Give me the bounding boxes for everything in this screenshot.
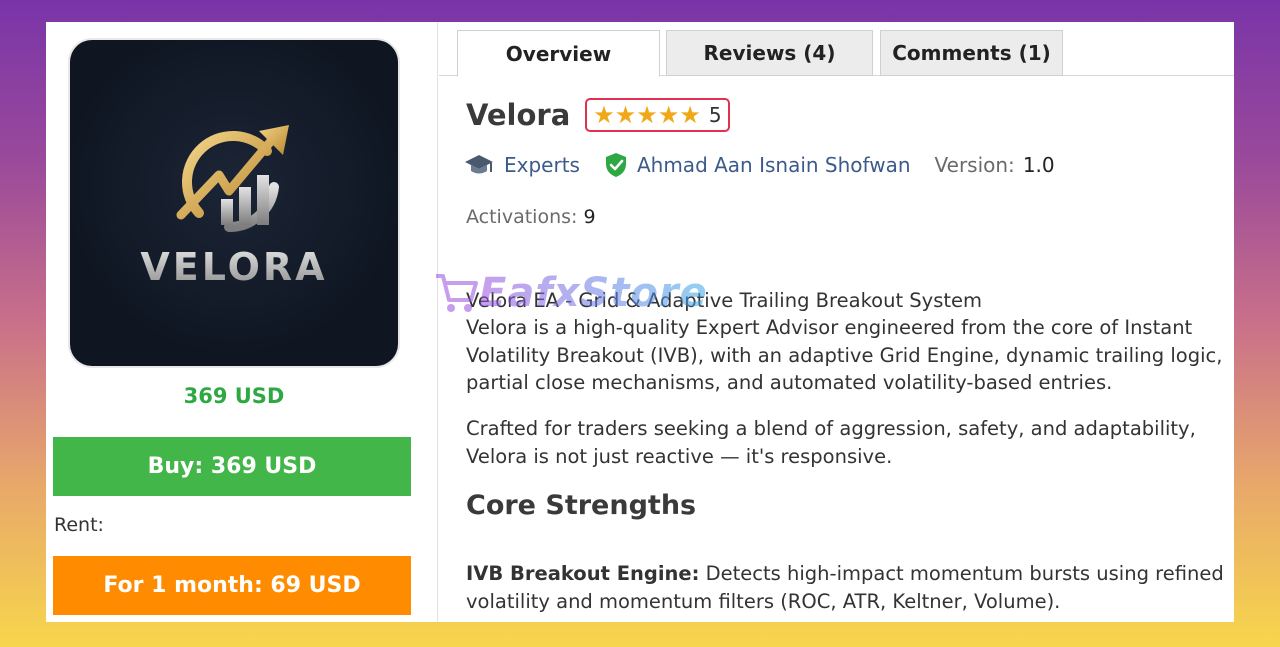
description-paragraph-2: Crafted for traders seeking a blend of a… bbox=[466, 417, 1196, 468]
star-rating-icon: ★★★★★ bbox=[593, 100, 701, 129]
rent-label: Rent: bbox=[54, 514, 104, 536]
verified-shield-icon bbox=[605, 153, 626, 177]
rent-1-month-button[interactable]: For 1 month: 69 USD bbox=[53, 556, 411, 615]
tab-comments[interactable]: Comments (1) bbox=[880, 30, 1063, 76]
rating-badge[interactable]: ★★★★★ 5 bbox=[585, 98, 730, 132]
activations-label: Activations: bbox=[466, 206, 578, 228]
rating-value: 5 bbox=[708, 102, 722, 127]
product-logo: VELORA bbox=[70, 40, 398, 366]
chart-arrow-icon bbox=[176, 125, 289, 233]
product-card: VELORA 369 USD Buy: 369 USD Rent: For 1 … bbox=[46, 22, 1234, 622]
tab-overview[interactable]: Overview bbox=[457, 30, 660, 77]
category-link[interactable]: Experts bbox=[504, 153, 580, 177]
price: 369 USD bbox=[183, 384, 285, 408]
feature-title: IVB Breakout Engine: bbox=[466, 562, 700, 585]
details-panel: Overview Reviews (4) Comments (1) Velora… bbox=[439, 22, 1234, 622]
tab-reviews[interactable]: Reviews (4) bbox=[666, 30, 873, 76]
description-paragraph-1: Velora is a high-quality Expert Advisor … bbox=[466, 316, 1223, 394]
graduation-cap-icon bbox=[465, 155, 493, 174]
product-title: Velora bbox=[466, 98, 571, 132]
description-title: Velora EA - Grid & Adaptive Trailing Bre… bbox=[466, 289, 983, 312]
version-label: Version: bbox=[934, 153, 1015, 177]
activations: Activations: 9 bbox=[466, 206, 596, 228]
meta-row: Experts Ahmad Aan Isnain Shofwan Version… bbox=[464, 152, 1055, 178]
section-heading: Core Strengths bbox=[466, 490, 697, 521]
activations-value: 9 bbox=[583, 206, 596, 228]
logo-wordmark: VELORA bbox=[140, 245, 328, 289]
purchase-panel: VELORA 369 USD Buy: 369 USD Rent: For 1 … bbox=[46, 22, 438, 622]
tabs-bar: Overview Reviews (4) Comments (1) bbox=[439, 30, 1234, 77]
author-link[interactable]: Ahmad Aan Isnain Shofwan bbox=[637, 153, 911, 177]
buy-button[interactable]: Buy: 369 USD bbox=[53, 437, 411, 496]
version-value: 1.0 bbox=[1022, 153, 1055, 177]
feature-item: IVB Breakout Engine: Detects high-impact… bbox=[466, 560, 1234, 615]
title-row: Velora ★★★★★ 5 bbox=[466, 98, 730, 132]
